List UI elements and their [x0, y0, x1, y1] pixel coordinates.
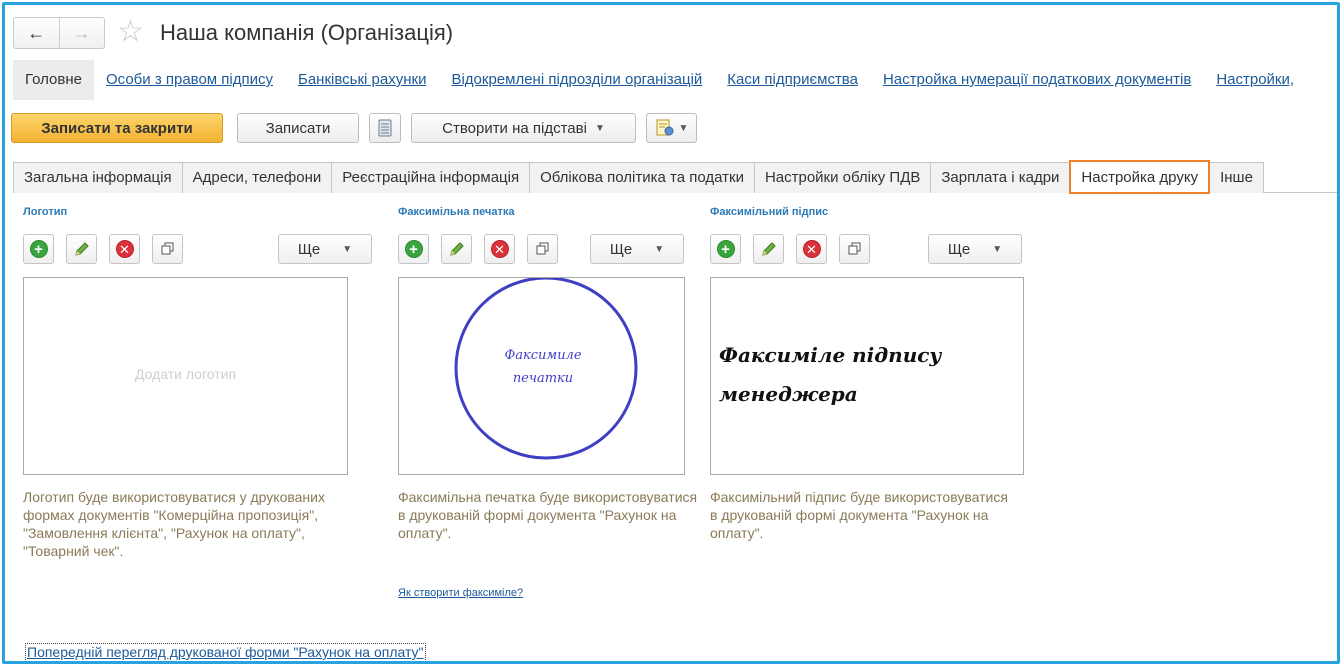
signature-image-text-2: менеджера	[719, 382, 858, 406]
page-title: Наша компанія (Організація)	[160, 20, 454, 45]
tab-other[interactable]: Інше	[1209, 162, 1264, 193]
signature-delete-button[interactable]: ✕	[796, 234, 827, 264]
stamp-description: Факсимільна печатка буде використовувати…	[398, 489, 698, 541]
stamp-image-area[interactable]: Факсимиле печатки	[398, 277, 685, 475]
stamp-more-label: Ще	[609, 240, 633, 258]
logo-description: Логотип буде використовуватися у друкова…	[23, 489, 325, 559]
back-arrow-icon[interactable]: ←	[14, 18, 60, 48]
delete-icon: ✕	[802, 240, 821, 258]
logo-more-button[interactable]: Ще ▼	[278, 234, 372, 264]
plus-icon: +	[716, 240, 735, 258]
create-based-on-button[interactable]: Створити на підставі ▼	[411, 113, 636, 143]
section-link-cash-desks[interactable]: Каси підприємства	[727, 60, 858, 100]
stamp-image-text-2: печатки	[513, 371, 573, 386]
copy-icon	[161, 242, 173, 255]
chevron-down-icon: ▼	[342, 243, 353, 255]
tab-accounting-policy[interactable]: Облікова політика та податки	[529, 162, 755, 193]
signature-more-button[interactable]: Ще ▼	[928, 234, 1022, 264]
favorite-star-icon[interactable]: ☆	[117, 15, 144, 49]
section-link-branches[interactable]: Відокремлені підрозділи організацій	[451, 60, 702, 100]
plus-icon: +	[404, 240, 423, 258]
section-link-signers[interactable]: Особи з правом підпису	[106, 60, 273, 100]
create-based-on-label: Створити на підставі	[442, 119, 587, 137]
pencil-icon	[449, 242, 464, 256]
add-logo-placeholder[interactable]: Додати логотип	[24, 366, 347, 382]
section-link-tax-numbering[interactable]: Настройка нумерації податкових документі…	[883, 60, 1191, 100]
section-link-settings[interactable]: Настройки,	[1216, 60, 1294, 100]
save-button[interactable]: Записати	[237, 113, 359, 143]
logo-delete-button[interactable]: ✕	[109, 234, 140, 264]
signature-more-label: Ще	[947, 240, 971, 258]
logo-add-button[interactable]: +	[23, 234, 54, 264]
logo-more-label: Ще	[297, 240, 321, 258]
signature-section-title: Факсимільний підпис	[710, 206, 829, 218]
logo-edit-button[interactable]	[66, 234, 97, 264]
signature-edit-button[interactable]	[753, 234, 784, 264]
stamp-edit-button[interactable]	[441, 234, 472, 264]
tab-registration-info[interactable]: Реєстраційна інформація	[331, 162, 531, 193]
stamp-image-text-1: Факсимиле	[504, 348, 581, 363]
signature-description: Факсимільний підпис буде використовувати…	[710, 489, 1008, 541]
signature-image-area[interactable]: Факсиміле підпису менеджера	[710, 277, 1024, 475]
delete-icon: ✕	[490, 240, 509, 258]
report-icon	[656, 119, 674, 136]
save-and-close-button[interactable]: Записати та закрити	[11, 113, 223, 143]
signature-copy-button[interactable]	[839, 234, 870, 264]
stamp-copy-button[interactable]	[527, 234, 558, 264]
tab-general-info[interactable]: Загальна інформація	[13, 162, 183, 193]
delete-icon: ✕	[115, 240, 134, 258]
form-window: ← → ☆ Наша компанія (Організація) Головн…	[2, 2, 1340, 664]
document-list-button[interactable]	[369, 113, 401, 143]
section-link-bank-accounts[interactable]: Банківські рахунки	[298, 60, 426, 100]
section-links: Головне Особи з правом підпису Банківськ…	[13, 60, 1307, 100]
reports-menu-button[interactable]: ▼	[646, 113, 697, 143]
tab-addresses-phones[interactable]: Адреси, телефони	[181, 162, 333, 193]
print-preview-link[interactable]: Попередній перегляд друкованої форми "Ра…	[25, 643, 426, 661]
signature-image-text-1: Факсиміле підпису	[719, 343, 942, 367]
signature-image: Факсиміле підпису менеджера	[719, 343, 942, 406]
section-main[interactable]: Головне	[13, 60, 94, 100]
pencil-icon	[74, 242, 89, 256]
copy-icon	[848, 242, 860, 255]
logo-copy-button[interactable]	[152, 234, 183, 264]
stamp-image: Факсимиле печатки	[454, 278, 638, 460]
tab-print-settings[interactable]: Настройка друку	[1069, 160, 1211, 194]
stamp-add-button[interactable]: +	[398, 234, 429, 264]
stamp-section-title: Факсимільна печатка	[398, 206, 515, 218]
tab-vat-settings[interactable]: Настройки обліку ПДВ	[753, 162, 932, 193]
document-list-icon	[378, 119, 392, 137]
copy-icon	[536, 242, 548, 255]
tab-bar: Загальна інформація Адреси, телефони Реє…	[13, 160, 1337, 194]
chevron-down-icon: ▼	[654, 243, 665, 255]
logo-image-area[interactable]: Додати логотип	[23, 277, 348, 475]
chevron-down-icon: ▼	[594, 122, 605, 134]
stamp-more-button[interactable]: Ще ▼	[590, 234, 684, 264]
chevron-down-icon: ▼	[678, 122, 689, 134]
signature-add-button[interactable]: +	[710, 234, 741, 264]
history-nav: ← →	[13, 17, 105, 49]
tab-salary-hr[interactable]: Зарплата і кадри	[930, 162, 1071, 193]
forward-arrow-icon[interactable]: →	[60, 18, 105, 48]
how-to-create-facsimile-link[interactable]: Як створити факсиміле?	[398, 587, 523, 599]
logo-section-title: Логотип	[23, 206, 68, 218]
pencil-icon	[761, 242, 776, 256]
plus-icon: +	[29, 240, 48, 258]
chevron-down-icon: ▼	[992, 243, 1003, 255]
stamp-delete-button[interactable]: ✕	[484, 234, 515, 264]
